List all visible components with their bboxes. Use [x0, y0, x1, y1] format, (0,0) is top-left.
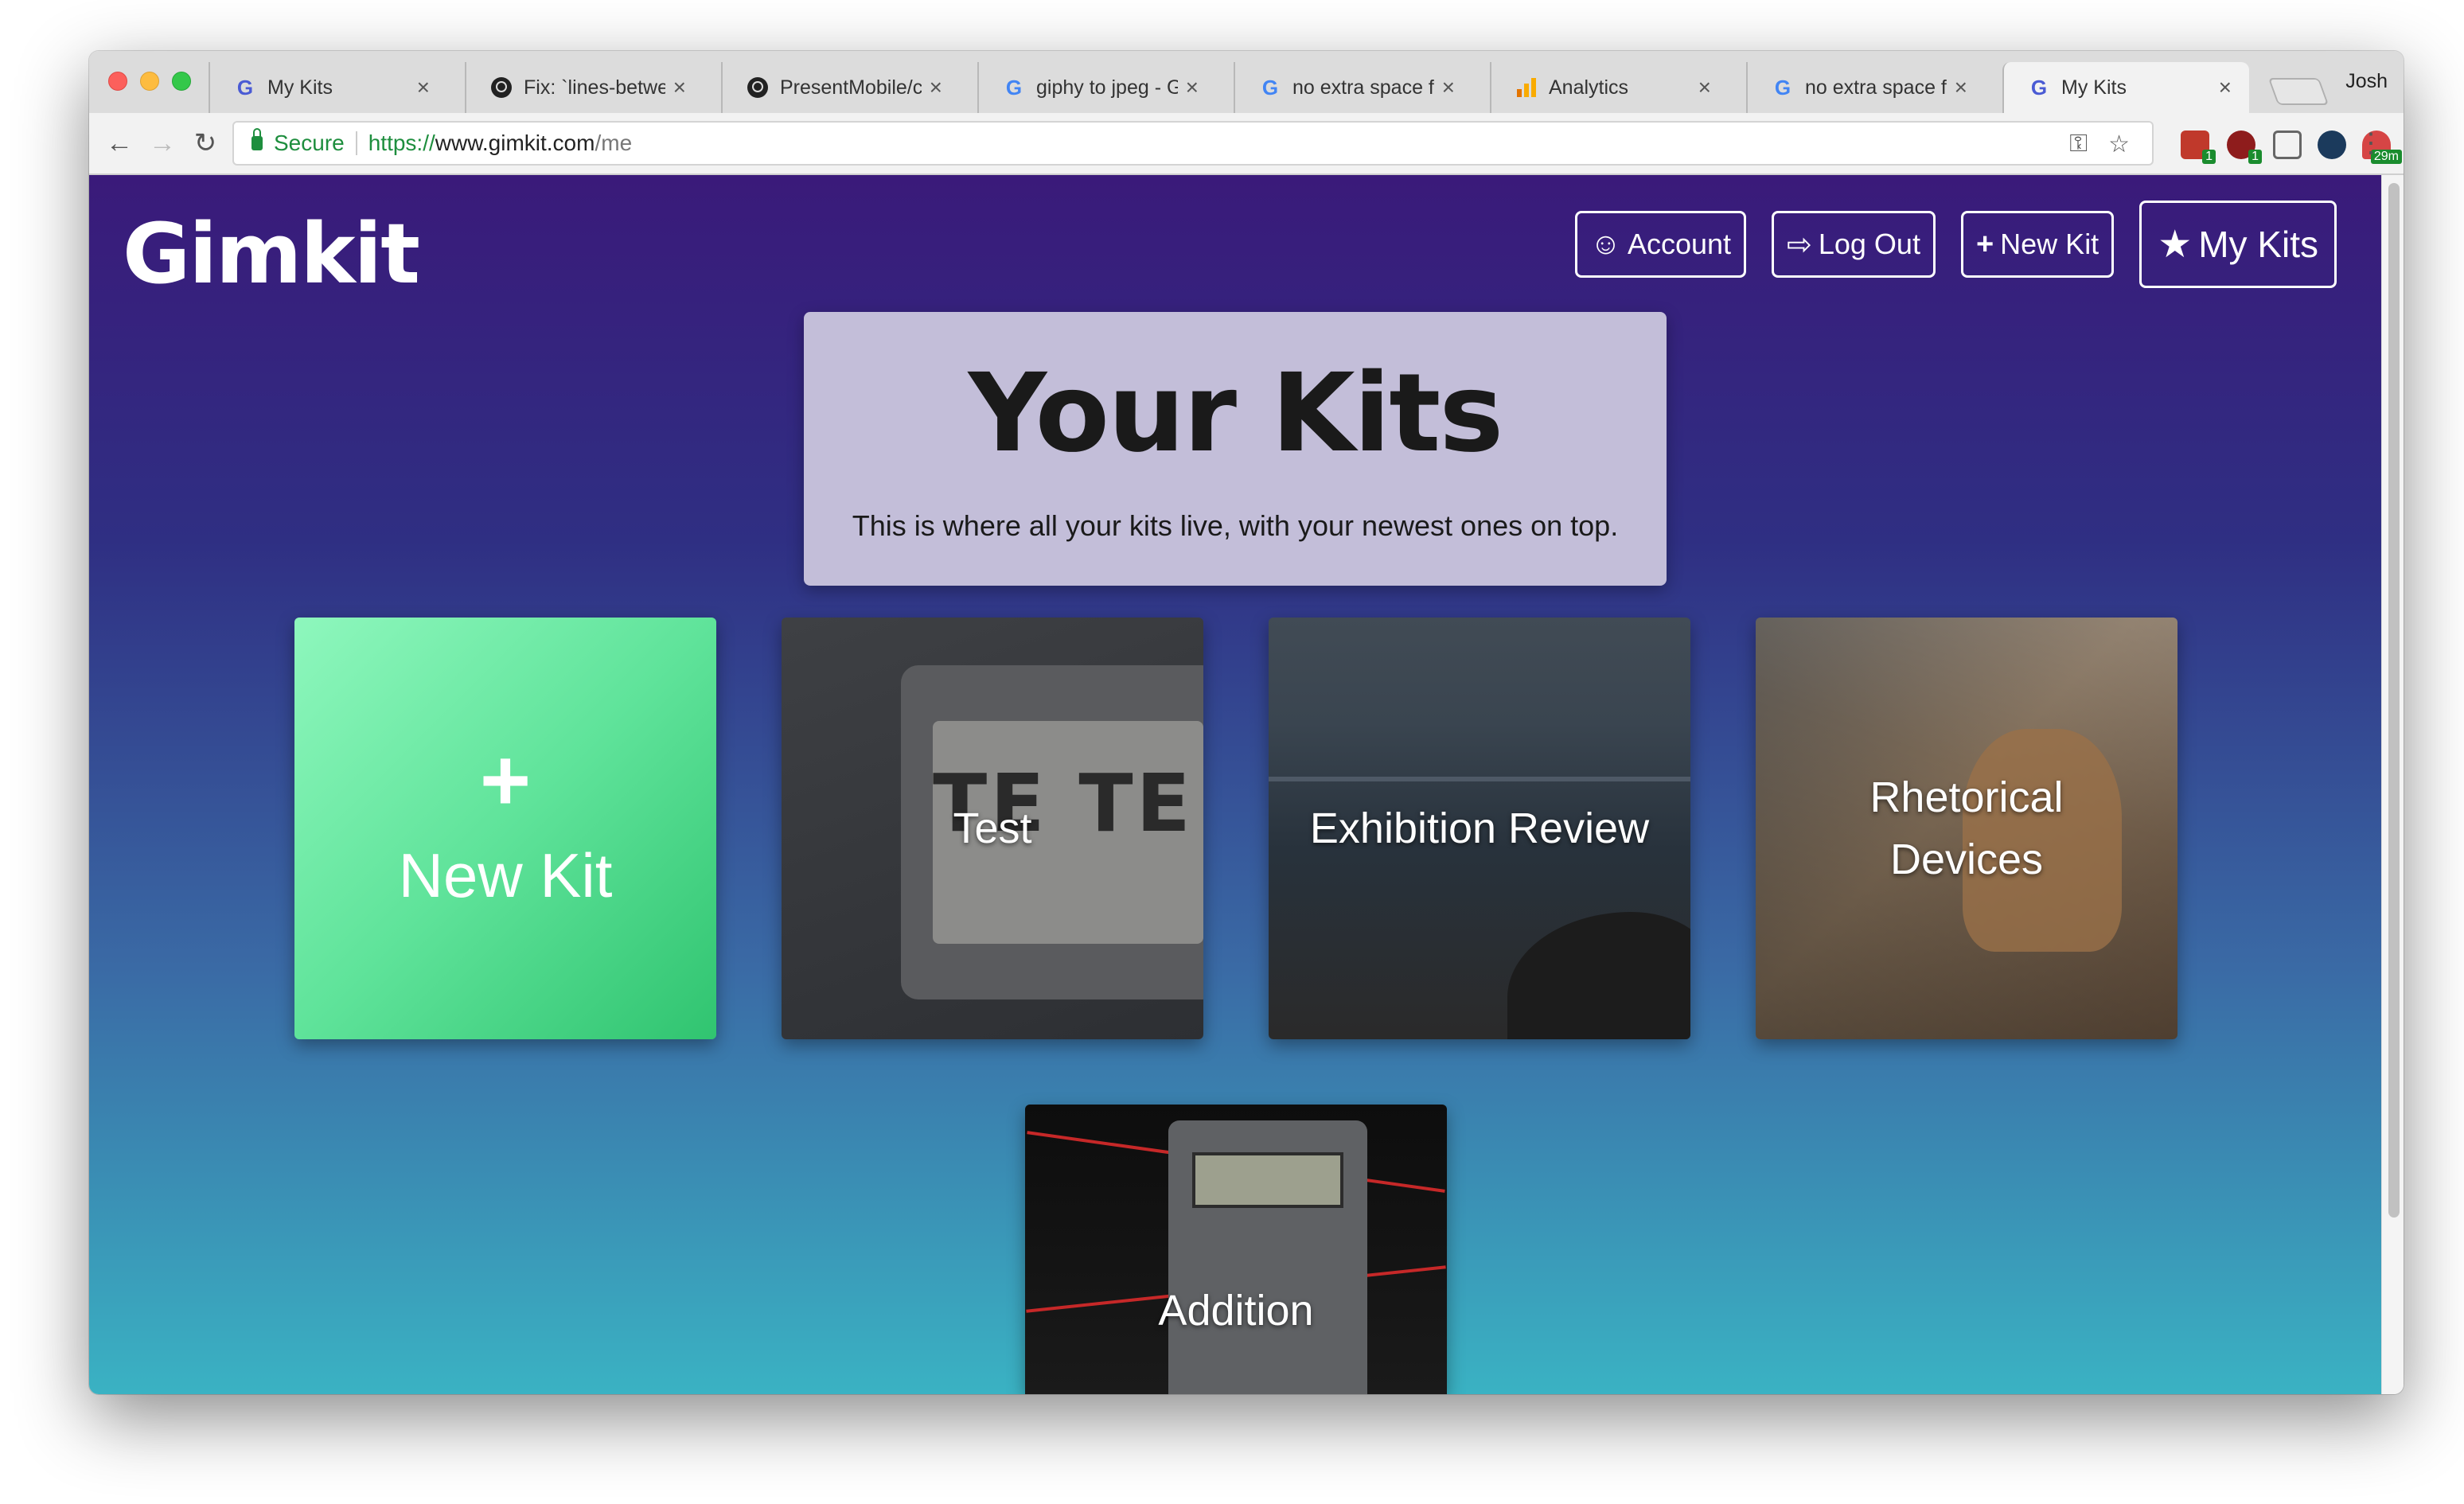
close-tab-icon[interactable]: ×: [1186, 75, 1199, 100]
sign-out-icon: ⇨: [1787, 228, 1812, 262]
minimize-window-button[interactable]: [140, 72, 159, 91]
new-kit-nav-button[interactable]: + New Kit: [1960, 211, 2115, 278]
page-subtitle: This is where all your kits live, with y…: [852, 509, 1619, 542]
browser-tab[interactable]: Analytics ×: [1490, 62, 1729, 113]
account-button[interactable]: ☺ Account: [1575, 211, 1747, 278]
browser-toolbar: ← → ↻ Secure https:// www.gimkit.com /me…: [89, 113, 2404, 175]
tab-title: Analytics: [1549, 76, 1629, 99]
lock-icon: [251, 128, 263, 150]
divider: [355, 131, 357, 155]
extension-badge: 1: [2248, 150, 2262, 164]
extension-mail-icon[interactable]: 1: [2181, 131, 2216, 164]
kit-card-label: Exhibition Review: [1309, 804, 1650, 852]
browser-tab[interactable]: G no extra space fle ×: [1746, 62, 1985, 113]
tab-strip: G My Kits × Fix: `lines-betwee × Present…: [89, 51, 2404, 113]
browser-menu-icon[interactable]: ⋮: [2357, 127, 2384, 159]
my-kits-label: My Kits: [2198, 224, 2318, 265]
scrollbar-thumb[interactable]: [2388, 183, 2400, 1218]
kit-card-exhibition-review[interactable]: Exhibition Review: [1269, 618, 1690, 1039]
logout-button[interactable]: ⇨ Log Out: [1772, 211, 1936, 278]
forward-arrow-icon[interactable]: →: [145, 126, 180, 161]
extension-window-icon[interactable]: [2273, 131, 2302, 159]
google-g-icon: G: [1005, 75, 1023, 99]
url-host: www.gimkit.com: [435, 131, 595, 155]
tab-title: My Kits: [267, 76, 333, 99]
account-label: Account: [1627, 228, 1732, 260]
new-kit-card[interactable]: + New Kit: [294, 618, 716, 1039]
page-content: Gimkit ☺ Account ⇨ Log Out + New Kit ★ M…: [89, 175, 2381, 1394]
url-scheme: https://: [368, 131, 435, 155]
smiley-icon: ☺: [1590, 227, 1621, 261]
profile-name[interactable]: Josh: [2345, 70, 2388, 93]
extension-badge: 1: [2202, 150, 2216, 164]
close-window-button[interactable]: [108, 72, 127, 91]
key-icon[interactable]: ⚿: [2069, 131, 2088, 158]
back-arrow-icon[interactable]: ←: [102, 126, 137, 161]
tab-title: no extra space fle: [1292, 76, 1434, 99]
kit-card-label: Test: [953, 804, 1032, 852]
new-tab-button[interactable]: [2267, 78, 2329, 105]
google-g-icon: G: [1774, 75, 1791, 99]
secure-label: Secure: [274, 131, 345, 155]
close-tab-icon[interactable]: ×: [1698, 75, 1711, 100]
kit-card-label: Rhetorical Devices: [1869, 773, 2064, 883]
google-g-icon: G: [236, 75, 254, 99]
logout-label: Log Out: [1818, 228, 1920, 260]
browser-tab-active[interactable]: G My Kits ×: [2002, 62, 2249, 113]
page-scrollbar[interactable]: [2381, 175, 2404, 1394]
tab-title: PresentMobile/col: [780, 76, 922, 99]
github-icon: [747, 76, 769, 99]
star-icon: ★: [2158, 224, 2193, 266]
tab-title: no extra space fle: [1805, 76, 1947, 99]
top-nav: ☺ Account ⇨ Log Out + New Kit ★ My Kits: [1575, 201, 2337, 288]
close-tab-icon[interactable]: ×: [2219, 75, 2232, 100]
browser-tab[interactable]: G giphy to jpeg - Go ×: [977, 62, 1216, 113]
extension-react-icon[interactable]: [2318, 131, 2346, 159]
tab-title: My Kits: [2061, 76, 2127, 99]
browser-tab[interactable]: Fix: `lines-betwee ×: [465, 62, 704, 113]
url-path: /me: [595, 131, 633, 155]
my-kits-nav-button[interactable]: ★ My Kits: [2139, 201, 2337, 288]
new-kit-label: New Kit: [2000, 228, 2099, 260]
address-bar[interactable]: Secure https:// www.gimkit.com /me ⚿ ☆: [232, 121, 2154, 166]
close-tab-icon[interactable]: ×: [930, 75, 942, 100]
your-kits-header: Your Kits This is where all your kits li…: [804, 312, 1667, 586]
tab-title: giphy to jpeg - Go: [1036, 76, 1178, 99]
browser-tab[interactable]: G no extra space fle ×: [1234, 62, 1472, 113]
gimkit-logo[interactable]: Gimkit: [123, 205, 420, 302]
page-title: Your Kits: [968, 351, 1504, 477]
kit-card-label: Addition: [1158, 1287, 1314, 1335]
plus-icon: +: [1975, 227, 1994, 261]
kit-card-test[interactable]: TE TE Test: [782, 618, 1203, 1039]
reload-icon[interactable]: ↻: [188, 126, 223, 161]
github-icon: [490, 76, 513, 99]
google-g-icon: G: [1261, 75, 1279, 99]
google-g-icon: G: [2030, 75, 2048, 99]
close-tab-icon[interactable]: ×: [673, 75, 686, 100]
kit-card-label: New Kit: [398, 840, 613, 911]
browser-tab[interactable]: G My Kits ×: [209, 62, 447, 113]
star-bookmark-icon[interactable]: ☆: [2108, 131, 2130, 158]
tab-title: Fix: `lines-betwee: [524, 76, 665, 99]
maximize-window-button[interactable]: [172, 72, 191, 91]
close-tab-icon[interactable]: ×: [417, 75, 430, 100]
kit-card-rhetorical-devices[interactable]: Rhetorical Devices: [1756, 618, 2177, 1039]
extension-shield-icon[interactable]: 1: [2227, 131, 2262, 164]
browser-window: G My Kits × Fix: `lines-betwee × Present…: [89, 51, 2404, 1394]
analytics-icon: [1515, 76, 1538, 99]
close-tab-icon[interactable]: ×: [1442, 75, 1455, 100]
close-tab-icon[interactable]: ×: [1955, 75, 1967, 100]
browser-tab[interactable]: PresentMobile/col ×: [721, 62, 960, 113]
kit-card-addition[interactable]: Addition: [1025, 1105, 1447, 1394]
